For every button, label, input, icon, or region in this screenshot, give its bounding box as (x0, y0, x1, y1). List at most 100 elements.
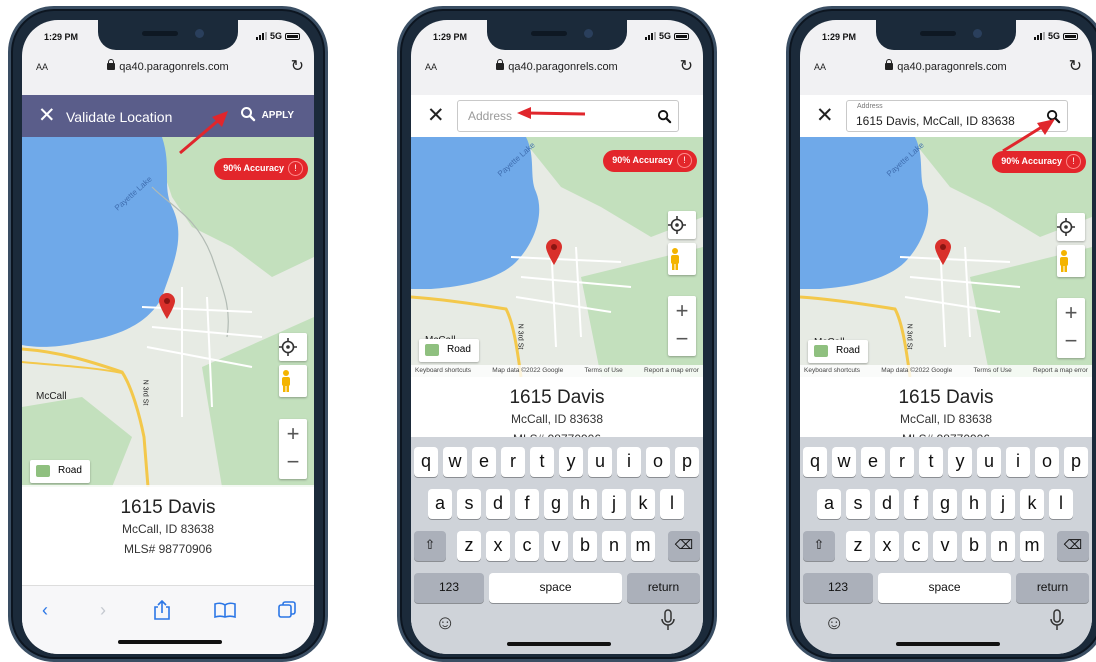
key-m[interactable]: m (1020, 531, 1044, 561)
key-r[interactable]: r (890, 447, 914, 477)
accuracy-badge[interactable]: 90% Accuracy! (603, 150, 697, 172)
key-w[interactable]: w (832, 447, 856, 477)
tabs-icon[interactable] (278, 601, 296, 619)
shift-icon[interactable]: ⇧ (414, 531, 446, 561)
backspace-icon[interactable]: ⌫ (1057, 531, 1089, 561)
info-icon[interactable]: ! (677, 153, 692, 168)
key-w[interactable]: w (443, 447, 467, 477)
street-view-button[interactable] (668, 243, 696, 275)
key-a[interactable]: a (817, 489, 841, 519)
key-l[interactable]: l (660, 489, 684, 519)
forward-icon[interactable]: › (100, 600, 106, 621)
key-d[interactable]: d (486, 489, 510, 519)
return-key[interactable]: return (1016, 573, 1089, 603)
key-m[interactable]: m (631, 531, 655, 561)
space-key[interactable]: space (878, 573, 1011, 603)
info-icon[interactable]: ! (288, 161, 303, 176)
url-text-wrap[interactable]: qa40.paragonrels.com (800, 59, 1092, 73)
key-y[interactable]: y (948, 447, 972, 477)
key-b[interactable]: b (573, 531, 597, 561)
key-c[interactable]: c (515, 531, 539, 561)
key-o[interactable]: o (1035, 447, 1059, 477)
key-v[interactable]: v (544, 531, 568, 561)
locate-button[interactable] (668, 211, 696, 239)
key-t[interactable]: t (530, 447, 554, 477)
space-key[interactable]: space (489, 573, 622, 603)
share-icon[interactable] (153, 600, 171, 620)
map-view[interactable]: Payette Lake McCall N 3rd St 90% Accurac… (22, 137, 314, 487)
key-s[interactable]: s (457, 489, 481, 519)
key-h[interactable]: h (962, 489, 986, 519)
keyboard-shortcuts-link[interactable]: Keyboard shortcuts (804, 367, 860, 377)
map-view[interactable]: Payette Lake McCall N 3rd St 90% Accurac… (800, 137, 1092, 377)
key-j[interactable]: j (991, 489, 1015, 519)
zoom-in-icon[interactable]: + (668, 298, 696, 324)
terms-link[interactable]: Terms of Use (973, 367, 1011, 377)
key-x[interactable]: x (486, 531, 510, 561)
road-map-button[interactable]: Road (30, 460, 90, 483)
street-view-button[interactable] (279, 365, 307, 397)
key-c[interactable]: c (904, 531, 928, 561)
key-d[interactable]: d (875, 489, 899, 519)
backspace-icon[interactable]: ⌫ (668, 531, 700, 561)
zoom-in-icon[interactable]: + (279, 421, 307, 447)
zoom-out-icon[interactable]: − (668, 326, 696, 352)
road-map-button[interactable]: Road (419, 339, 479, 362)
key-g[interactable]: g (544, 489, 568, 519)
street-view-button[interactable] (1057, 245, 1085, 277)
key-y[interactable]: y (559, 447, 583, 477)
locate-button[interactable] (279, 333, 307, 361)
key-l[interactable]: l (1049, 489, 1073, 519)
report-error-link[interactable]: Report a map error (644, 367, 699, 377)
accuracy-badge[interactable]: 90% Accuracy! (214, 158, 308, 180)
url-text-wrap[interactable]: qa40.paragonrels.com (411, 59, 703, 73)
back-icon[interactable]: ‹ (42, 600, 48, 621)
key-e[interactable]: e (861, 447, 885, 477)
key-p[interactable]: p (675, 447, 699, 477)
key-k[interactable]: k (1020, 489, 1044, 519)
key-r[interactable]: r (501, 447, 525, 477)
zoom-out-icon[interactable]: − (1057, 328, 1085, 354)
key-t[interactable]: t (919, 447, 943, 477)
key-f[interactable]: f (904, 489, 928, 519)
key-j[interactable]: j (602, 489, 626, 519)
numbers-key[interactable]: 123 (803, 573, 873, 603)
browser-url-bar[interactable]: AA qa40.paragonrels.com ↻ (800, 54, 1092, 82)
key-i[interactable]: i (617, 447, 641, 477)
key-q[interactable]: q (803, 447, 827, 477)
report-error-link[interactable]: Report a map error (1033, 367, 1088, 377)
terms-link[interactable]: Terms of Use (584, 367, 622, 377)
bookmarks-icon[interactable] (214, 602, 236, 618)
key-f[interactable]: f (515, 489, 539, 519)
browser-url-bar[interactable]: AA qa40.paragonrels.com ↻ (22, 54, 314, 82)
zoom-out-icon[interactable]: − (279, 449, 307, 475)
microphone-icon[interactable] (1050, 609, 1064, 631)
return-key[interactable]: return (627, 573, 700, 603)
key-s[interactable]: s (846, 489, 870, 519)
zoom-in-icon[interactable]: + (1057, 300, 1085, 326)
key-x[interactable]: x (875, 531, 899, 561)
key-g[interactable]: g (933, 489, 957, 519)
key-h[interactable]: h (573, 489, 597, 519)
key-n[interactable]: n (991, 531, 1015, 561)
search-icon[interactable] (240, 106, 256, 122)
close-icon[interactable]: ✕ (38, 103, 56, 128)
reload-icon[interactable]: ↻ (291, 56, 304, 76)
reload-icon[interactable]: ↻ (680, 56, 693, 76)
key-e[interactable]: e (472, 447, 496, 477)
key-i[interactable]: i (1006, 447, 1030, 477)
key-b[interactable]: b (962, 531, 986, 561)
key-p[interactable]: p (1064, 447, 1088, 477)
shift-icon[interactable]: ⇧ (803, 531, 835, 561)
map-view[interactable]: Payette Lake McCall N 3rd St 90% Accurac… (411, 137, 703, 377)
keyboard-shortcuts-link[interactable]: Keyboard shortcuts (415, 367, 471, 377)
numbers-key[interactable]: 123 (414, 573, 484, 603)
key-z[interactable]: z (457, 531, 481, 561)
url-text-wrap[interactable]: qa40.paragonrels.com (22, 59, 314, 73)
map-pin-icon[interactable] (934, 238, 952, 266)
key-o[interactable]: o (646, 447, 670, 477)
key-q[interactable]: q (414, 447, 438, 477)
road-map-button[interactable]: Road (808, 340, 868, 363)
key-v[interactable]: v (933, 531, 957, 561)
search-icon[interactable] (657, 109, 672, 124)
